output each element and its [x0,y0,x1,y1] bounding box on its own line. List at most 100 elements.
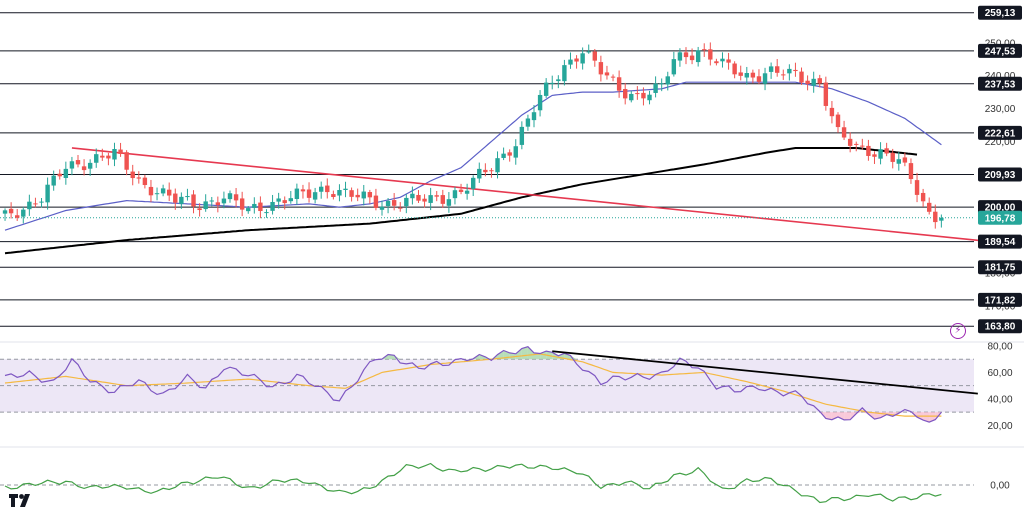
candle-body[interactable] [896,159,901,164]
lightning-bolt-icon[interactable]: ⚡ [950,323,966,339]
candle-body[interactable] [185,196,190,198]
candle-body[interactable] [361,191,366,199]
candle-body[interactable] [379,206,385,210]
candle-body[interactable] [148,186,154,196]
candle-body[interactable] [306,189,312,198]
candle-body[interactable] [458,189,464,192]
candle-body[interactable] [860,145,865,147]
candle-body[interactable] [939,217,944,221]
candle-body[interactable] [920,192,926,202]
candle-body[interactable] [914,180,920,195]
candle-body[interactable] [349,190,354,197]
candle-body[interactable] [2,210,8,214]
trading-chart[interactable]: 250,00240,00230,00220,00210,00200,00190,… [0,0,1024,520]
candle-body[interactable] [726,59,731,63]
candle-body[interactable] [793,69,798,72]
candle-body[interactable] [239,198,245,210]
candle-body[interactable] [276,198,281,202]
candle-body[interactable] [39,201,44,203]
candle-body[interactable] [373,195,379,208]
candle-body[interactable] [519,126,525,145]
candle-body[interactable] [647,94,652,101]
candle-body[interactable] [525,118,531,127]
candle-body[interactable] [331,194,336,197]
candle-body[interactable] [246,208,251,212]
candle-body[interactable] [167,189,172,196]
candle-body[interactable] [714,61,719,64]
candle-body[interactable] [841,127,847,138]
candle-body[interactable] [252,203,257,208]
candle-body[interactable] [537,94,543,111]
candle-body[interactable] [227,193,233,200]
candle-body[interactable] [708,49,713,60]
candle-body[interactable] [404,197,409,207]
candle-body[interactable] [173,193,178,203]
candle-body[interactable] [629,93,634,101]
candle-body[interactable] [805,80,810,84]
candle-body[interactable] [817,78,822,84]
candle-body[interactable] [264,212,269,214]
candle-body[interactable] [471,177,476,189]
candle-body[interactable] [57,173,62,177]
candle-body[interactable] [677,52,683,61]
candle-body[interactable] [604,72,610,76]
candle-body[interactable] [434,195,439,197]
candle-body[interactable] [641,92,646,99]
candle-body[interactable] [908,163,914,180]
candle-body[interactable] [720,58,725,62]
candle-body[interactable] [598,62,604,75]
rsi-pane[interactable]: 80,00 60,00 40,00 20,00 [0,341,1024,432]
candle-body[interactable] [270,201,275,211]
candle-body[interactable] [15,215,20,218]
candle-body[interactable] [160,188,166,194]
candle-body[interactable] [702,49,707,51]
candle-body[interactable] [94,154,99,163]
candle-body[interactable] [787,68,792,74]
candle-body[interactable] [300,189,306,192]
candle-body[interactable] [574,58,579,62]
candle-body[interactable] [762,73,768,84]
candle-body[interactable] [319,186,324,192]
candle-body[interactable] [8,208,14,214]
candle-body[interactable] [513,146,518,158]
candle-body[interactable] [446,199,452,206]
candle-body[interactable] [890,152,895,162]
candle-body[interactable] [543,82,549,96]
candle-body[interactable] [367,192,373,198]
candle-body[interactable] [671,59,677,75]
candle-body[interactable] [233,194,239,201]
candle-body[interactable] [878,149,883,159]
candle-body[interactable] [556,79,561,82]
candle-body[interactable] [683,52,689,58]
candle-body[interactable] [440,195,445,204]
candle-body[interactable] [811,78,816,86]
candle-body[interactable] [106,155,111,159]
candle-body[interactable] [312,192,318,200]
candle-body[interactable] [689,55,695,61]
candle-body[interactable] [829,107,835,117]
candle-body[interactable] [495,158,500,173]
candle-body[interactable] [69,161,75,169]
candle-body[interactable] [464,190,470,194]
candle-body[interactable] [489,170,494,172]
candle-body[interactable] [112,149,117,160]
candle-body[interactable] [452,190,458,199]
candle-body[interactable] [130,171,135,179]
candle-body[interactable] [927,202,932,212]
candle-body[interactable] [775,66,780,73]
candle-body[interactable] [884,148,889,154]
price-pane[interactable]: 250,00240,00230,00220,00210,00200,00190,… [0,5,1022,334]
candle-body[interactable] [258,202,263,212]
candle-body[interactable] [203,201,208,210]
candle-body[interactable] [355,194,360,198]
candle-body[interactable] [623,89,628,99]
candle-body[interactable] [221,198,227,204]
candle-body[interactable] [610,76,616,78]
candle-body[interactable] [586,51,591,53]
candle-body[interactable] [738,72,743,76]
candle-body[interactable] [477,168,482,179]
candle-body[interactable] [27,201,32,210]
candle-body[interactable] [81,166,87,171]
candle-body[interactable] [550,82,555,84]
candle-body[interactable] [854,143,859,145]
